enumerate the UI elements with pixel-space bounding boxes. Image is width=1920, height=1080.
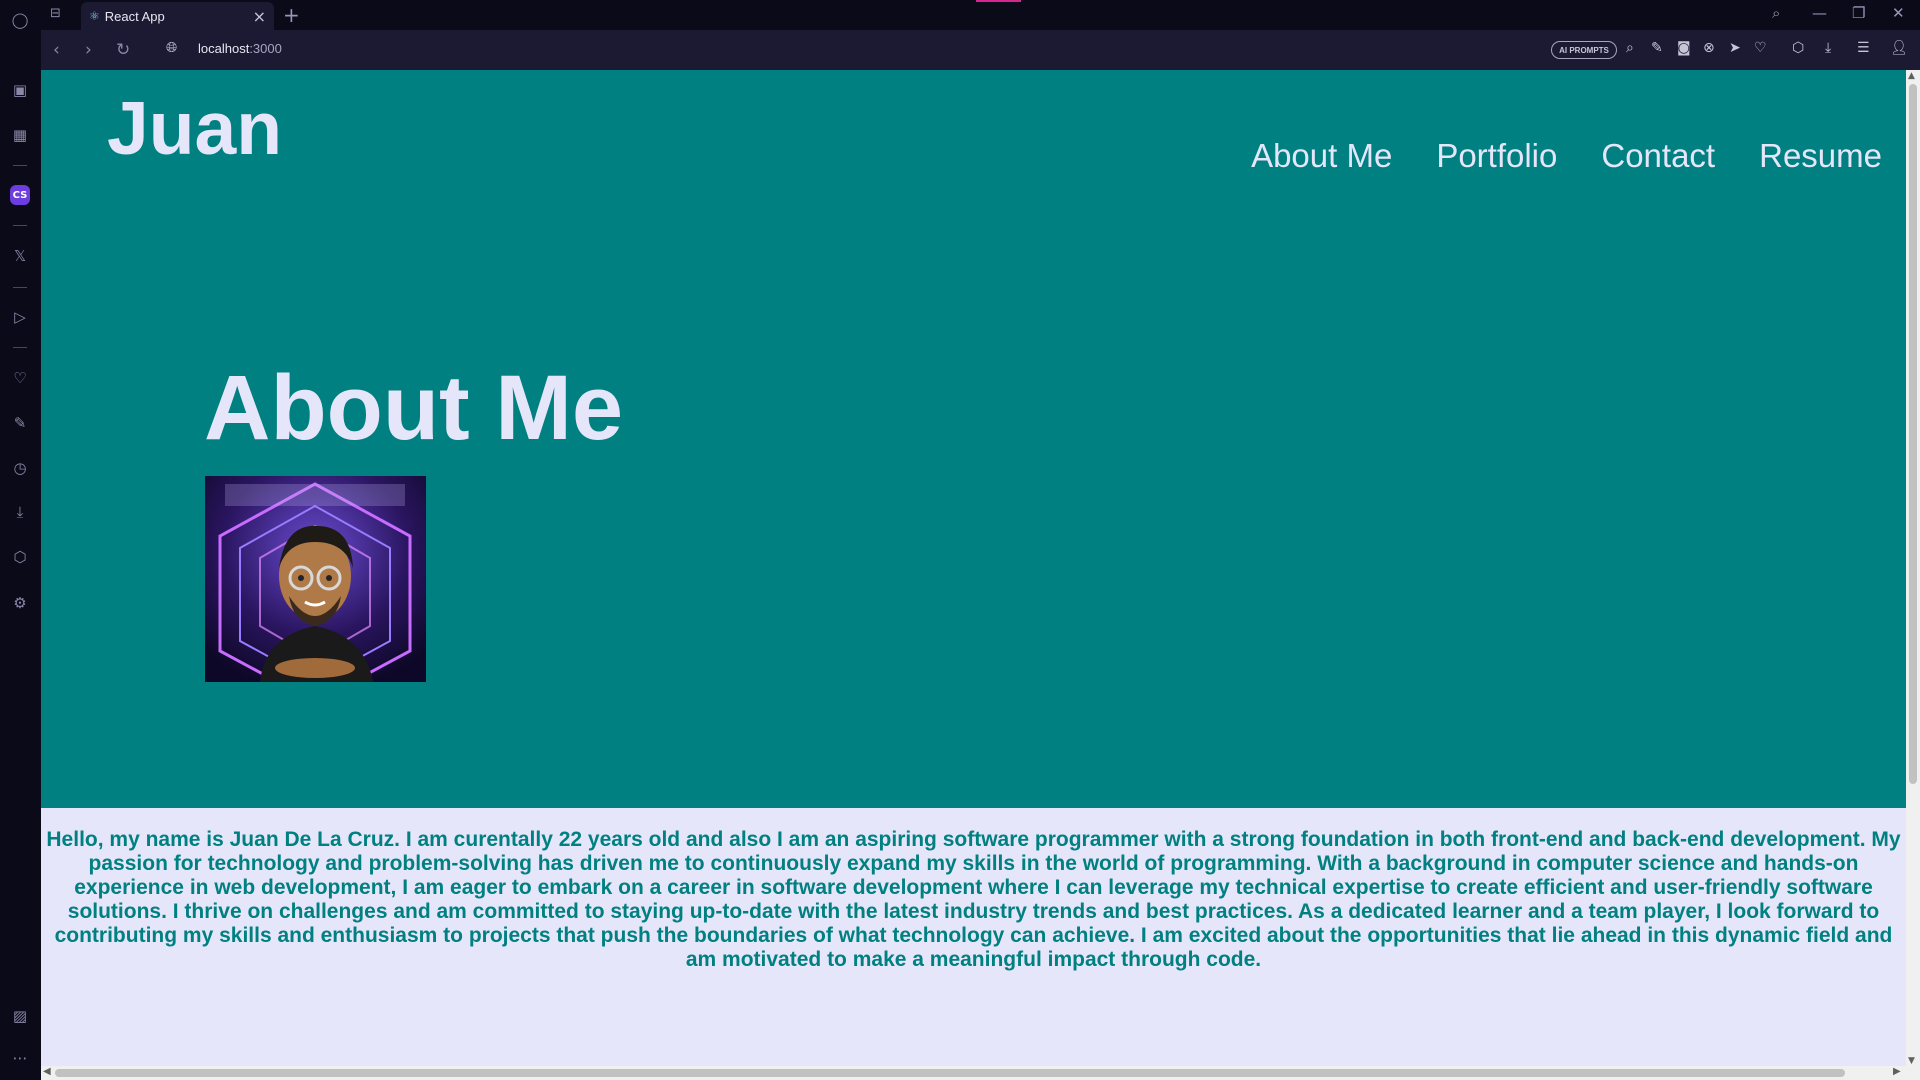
back-icon[interactable]: ‹ bbox=[53, 40, 60, 60]
reload-icon[interactable]: ↻ bbox=[116, 40, 130, 60]
nav-resume[interactable]: Resume bbox=[1759, 137, 1882, 175]
page-viewport: Juan About Me Portfolio Contact Resume A… bbox=[41, 70, 1920, 1080]
gallery-icon[interactable]: ▨ bbox=[9, 1005, 31, 1027]
vertical-scrollbar[interactable]: ▲ ▼ bbox=[1906, 70, 1920, 1070]
ai-prompts-button[interactable]: AI PROMPTS bbox=[1551, 41, 1617, 59]
nav-about-me[interactable]: About Me bbox=[1251, 137, 1392, 175]
cs-app-icon[interactable]: CS bbox=[10, 185, 30, 205]
scroll-right-icon[interactable]: ▶ bbox=[1893, 1066, 1901, 1077]
more-options-icon[interactable]: ⋯ bbox=[9, 1047, 31, 1069]
workspace-icon[interactable]: ▦ bbox=[9, 124, 31, 146]
site-logo[interactable]: Juan bbox=[107, 85, 282, 171]
globe-icon: 🌐︎ bbox=[166, 40, 178, 56]
heart-icon[interactable]: ♡ bbox=[9, 367, 31, 389]
search-tabs-icon[interactable]: ⌕ bbox=[1772, 4, 1780, 22]
tab-islands-icon[interactable]: ⊟ bbox=[50, 6, 61, 21]
close-window-icon[interactable]: ✕ bbox=[1892, 4, 1905, 22]
close-tab-icon[interactable]: × bbox=[253, 7, 266, 26]
bookmark-heart-icon[interactable]: ♡ bbox=[1754, 40, 1767, 56]
pinboard-icon[interactable]: ✎ bbox=[9, 412, 31, 434]
address-bar: ‹ › ↻ 🌐︎ localhost:3000 AI PROMPTS ⌕ ✎ ◙… bbox=[41, 30, 1920, 70]
send-icon[interactable]: ➤ bbox=[1729, 40, 1741, 56]
site-nav: About Me Portfolio Contact Resume bbox=[1207, 137, 1882, 175]
edit-icon[interactable]: ✎ bbox=[1651, 40, 1663, 56]
scroll-up-icon[interactable]: ▲ bbox=[1908, 71, 1915, 81]
new-tab-icon[interactable]: + bbox=[283, 3, 300, 27]
horizontal-scroll-thumb[interactable] bbox=[55, 1069, 1845, 1077]
accent-line bbox=[976, 0, 1021, 2]
player-icon[interactable]: ▷ bbox=[9, 306, 31, 328]
twitch-icon[interactable]: ▣ bbox=[9, 79, 31, 101]
nav-contact[interactable]: Contact bbox=[1601, 137, 1715, 175]
minimize-icon[interactable]: — bbox=[1812, 4, 1827, 22]
history-icon[interactable]: ◷ bbox=[9, 457, 31, 479]
about-bio-text: Hello, my name is Juan De La Cruz. I am … bbox=[46, 828, 1901, 971]
tab-bar: ⊟ ⚛ React App × + ⌕ — ❐ ✕ bbox=[41, 0, 1920, 30]
browser-sidebar: ◯ ▣ ▦ CS 𝕏 ▷ ♡ ✎ ◷ ⤓ ⬡ ⚙ ▨ ⋯ bbox=[0, 0, 41, 1080]
extensions-icon[interactable]: ⬡ bbox=[9, 546, 31, 568]
url-field[interactable]: localhost:3000 bbox=[198, 41, 282, 56]
horizontal-scrollbar[interactable]: ◀ ▶ bbox=[41, 1066, 1920, 1080]
react-icon: ⚛ bbox=[89, 9, 100, 23]
about-title: About Me bbox=[204, 357, 624, 459]
tab-title: React App bbox=[104, 8, 165, 24]
url-port: :3000 bbox=[249, 41, 282, 56]
downloads-icon[interactable]: ⤓ bbox=[9, 501, 31, 523]
settings-gear-icon[interactable]: ⚙ bbox=[9, 592, 31, 614]
download-icon[interactable]: ⤓ bbox=[1825, 40, 1831, 56]
scroll-left-icon[interactable]: ◀ bbox=[43, 1066, 51, 1077]
forward-icon[interactable]: › bbox=[85, 40, 92, 60]
profile-avatar-image bbox=[205, 476, 426, 682]
restore-icon[interactable]: ❐ bbox=[1852, 4, 1865, 22]
url-host: localhost bbox=[198, 41, 250, 56]
hero-section: Juan About Me Portfolio Contact Resume A… bbox=[41, 70, 1906, 808]
x-twitter-icon[interactable]: 𝕏 bbox=[9, 245, 31, 267]
tab-react-app[interactable]: ⚛ React App × bbox=[81, 2, 274, 30]
easy-setup-icon[interactable]: ☰ bbox=[1857, 40, 1870, 56]
block-icon[interactable]: ⊗ bbox=[1703, 40, 1715, 56]
camera-icon[interactable]: ◙ bbox=[1677, 40, 1691, 56]
scroll-down-icon[interactable]: ▼ bbox=[1908, 1056, 1915, 1066]
nav-portfolio[interactable]: Portfolio bbox=[1436, 137, 1557, 175]
zoom-icon[interactable]: ⌕ bbox=[1626, 40, 1634, 56]
extensions-box-icon[interactable]: ⬡ bbox=[1792, 40, 1804, 56]
profile-icon[interactable]: 👤︎ bbox=[1890, 40, 1908, 56]
opera-logo-icon[interactable]: ◯ bbox=[9, 9, 31, 31]
vertical-scroll-thumb[interactable] bbox=[1909, 84, 1917, 784]
